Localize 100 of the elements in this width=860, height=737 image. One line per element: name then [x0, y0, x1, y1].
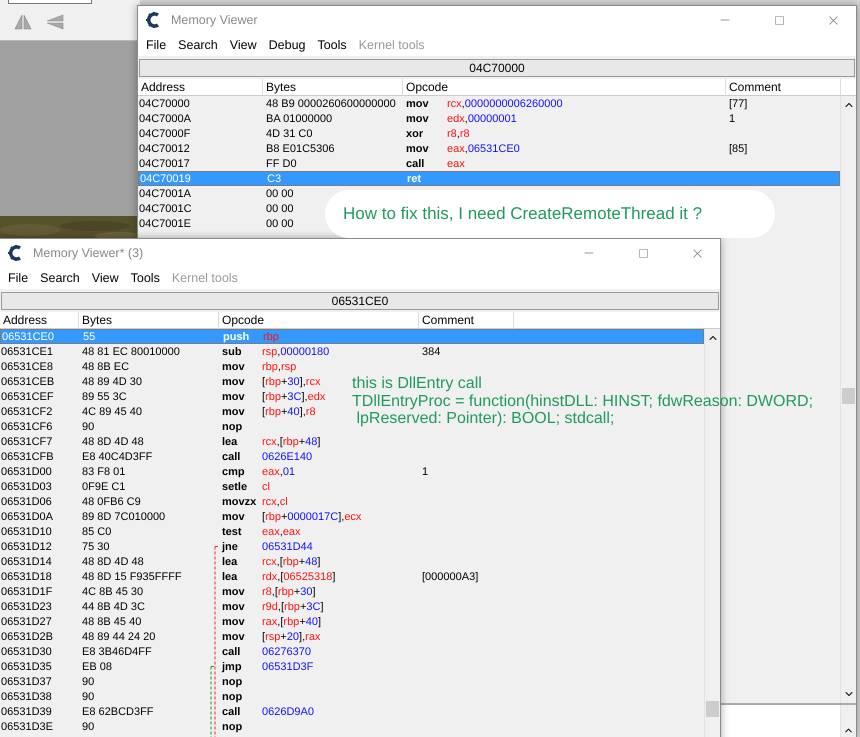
- address-bar[interactable]: 06531CE0: [1, 292, 719, 310]
- operand-text: rcx,cl: [262, 496, 288, 508]
- operand-text: r9d,[rbp+3C]: [262, 600, 324, 612]
- mnemonic-text: nop: [221, 420, 242, 432]
- bytes-text: 48 0FB6 C9: [82, 496, 141, 508]
- bytes-text: 48 8D 4D 48: [82, 436, 144, 448]
- mnemonic-text: lea: [221, 570, 238, 582]
- menu-item[interactable]: Tools: [311, 38, 353, 52]
- column-header[interactable]: Comment: [726, 79, 841, 96]
- address-text: 06531CF7: [1, 436, 52, 448]
- address-text: 06531CEF: [1, 390, 54, 402]
- mnemonic-text: nop: [221, 676, 242, 688]
- comment-text: [85]: [729, 142, 748, 154]
- address-text: 06531CF2: [1, 406, 52, 418]
- mnemonic-text: lea: [221, 556, 238, 568]
- address-text: 06531D38: [1, 690, 52, 702]
- column-header[interactable]: Bytes: [263, 79, 403, 96]
- address-text: 04C7001A: [139, 188, 191, 200]
- bytes-text: EB 08: [82, 660, 112, 672]
- menu-item[interactable]: View: [86, 271, 125, 285]
- address-text: 06531D14: [1, 556, 52, 568]
- bytes-text: 48 B9 0000260600000000: [266, 98, 396, 110]
- operand-text: eax: [447, 158, 465, 170]
- menu-item[interactable]: Debug: [262, 38, 312, 52]
- menu-item[interactable]: Tools: [124, 271, 166, 285]
- operand-text: eax,06531CE0: [447, 142, 520, 154]
- operand-text: 0626E140: [262, 450, 312, 462]
- address-text: 06531D30: [1, 646, 52, 658]
- mnemonic-text: mov: [221, 630, 245, 642]
- address-text: 04C7000A: [139, 112, 191, 124]
- bytes-text: E8 3B46D4FF: [82, 646, 152, 658]
- comment-text: 384: [422, 346, 440, 358]
- mnemonic-text: xor: [405, 128, 424, 140]
- operand-text: 06276370: [262, 646, 311, 658]
- mnemonic-text: call: [221, 450, 240, 462]
- bytes-text: 85 C0: [82, 526, 112, 538]
- mnemonic-text: mov: [221, 616, 245, 628]
- mnemonic-text: call: [405, 158, 424, 170]
- mnemonic-text: mov: [221, 600, 245, 612]
- address-text: 06531D18: [1, 570, 52, 582]
- operand-text: rsp,00000180: [262, 346, 330, 358]
- mnemonic-text: jne: [220, 540, 238, 552]
- operand-text: eax,eax: [262, 526, 301, 538]
- mnemonic-text: lea: [221, 436, 238, 448]
- column-header[interactable]: Opcode: [403, 79, 726, 96]
- bytes-text: BA 01000000: [266, 112, 332, 124]
- mnemonic-text: call: [221, 646, 240, 658]
- mnemonic-text: cmp: [221, 466, 245, 478]
- address-bar[interactable]: 04C70000: [139, 59, 855, 77]
- menu-item[interactable]: File: [140, 38, 172, 52]
- mnemonic-text: sub: [221, 346, 242, 358]
- mnemonic-text: mov: [405, 142, 429, 154]
- bytes-text: 90: [82, 676, 94, 688]
- bytes-text: E8 62BCD3FF: [82, 706, 154, 718]
- operand-text: rcx,0000000006260000: [447, 98, 563, 110]
- bubble-text: How to fix this, I need CreateRemoteThread it ?: [343, 204, 702, 224]
- operand-text: [rbp+0000017C],ecx: [262, 510, 362, 522]
- bytes-text: 48 8D 4D 48: [82, 556, 144, 568]
- operand-text: [rbp+30],rcx: [262, 376, 320, 388]
- bytes-text: 48 89 4D 30: [82, 376, 142, 388]
- bytes-text: 48 8B EC: [82, 360, 130, 372]
- bytes-text: 90: [82, 420, 94, 432]
- operand-text: rcx,[rbp+48]: [262, 436, 320, 448]
- mnemonic-text: ret: [406, 172, 422, 184]
- bytes-text: 75 30: [82, 540, 110, 552]
- bytes-text: C3: [267, 172, 282, 184]
- operand-text: cl: [262, 480, 270, 492]
- mnemonic-text: test: [221, 526, 242, 538]
- mnemonic-text: push: [222, 330, 250, 342]
- menu-item[interactable]: View: [224, 38, 263, 52]
- menu-item[interactable]: Search: [172, 38, 224, 52]
- mnemonic-text: mov: [221, 586, 245, 598]
- bytes-text: E8 40C4D3FF: [82, 450, 152, 462]
- address-text: 06531D03: [1, 480, 52, 492]
- mnemonic-text: mov: [221, 376, 245, 388]
- mnemonic-text: mov: [221, 390, 245, 402]
- address-text: 06531D00: [1, 466, 52, 478]
- bytes-text: 00 00: [266, 218, 294, 230]
- bytes-text: 90: [82, 690, 94, 702]
- operand-text: rdx,[06525318]: [262, 570, 336, 582]
- menu-item[interactable]: Search: [34, 271, 86, 285]
- address-text: 06531D0A: [1, 510, 53, 522]
- menu-item[interactable]: File: [2, 271, 34, 285]
- mnemonic-text: mov: [405, 98, 429, 110]
- mnemonic-text: mov: [221, 360, 245, 372]
- comment-text: [000000A3]: [422, 570, 478, 582]
- address-text: 06531CE0: [2, 330, 54, 342]
- bytes-text: 89 55 3C: [82, 390, 127, 402]
- bytes-text: 48 89 44 24 20: [82, 630, 156, 642]
- mnemonic-text: movzx: [221, 496, 256, 508]
- address-text: 04C70012: [139, 142, 190, 154]
- operand-text: r8,r8: [447, 128, 470, 140]
- bytes-text: FF D0: [266, 158, 297, 170]
- address-text: 06531CF6: [1, 420, 52, 432]
- annotation-text: this is DllEntry call: [352, 375, 482, 392]
- mnemonic-text: jmp: [220, 660, 242, 672]
- address-text: 06531D1F: [1, 586, 52, 598]
- column-header[interactable]: Address: [138, 79, 263, 96]
- annotation-text: TDllEntryProc = function(hinstDLL: HINST; fdwReason: DWORD;: [352, 392, 814, 410]
- bytes-text: 00 00: [266, 202, 294, 214]
